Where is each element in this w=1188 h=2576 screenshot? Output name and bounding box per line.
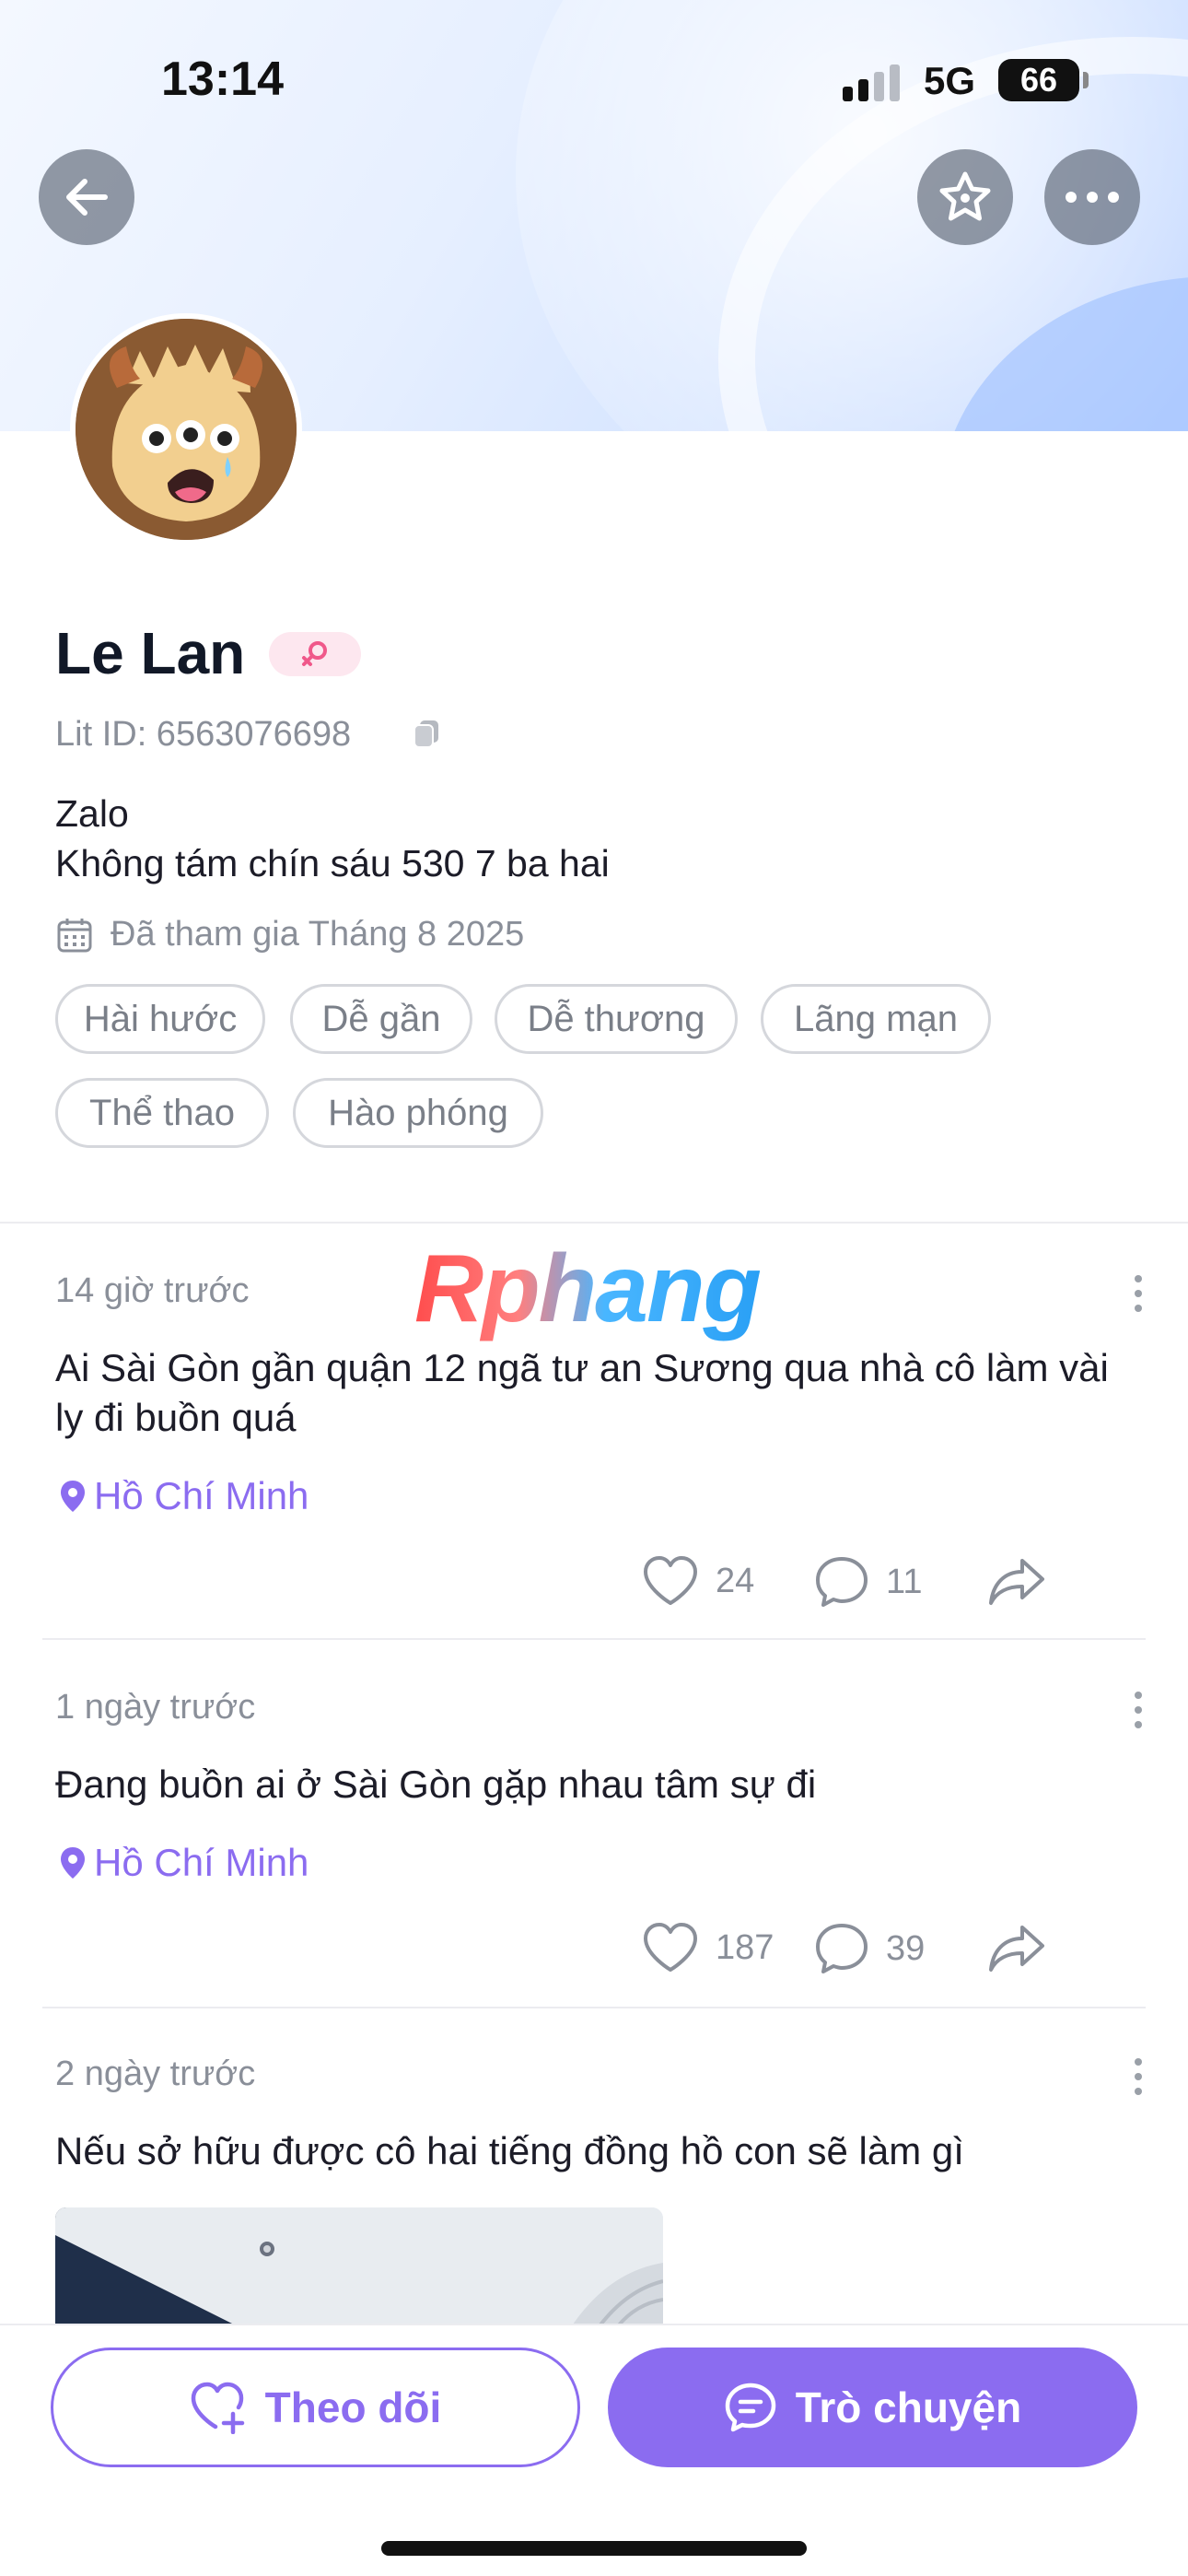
like-button[interactable]: 187 xyxy=(642,1922,774,1973)
copy-icon xyxy=(413,720,438,748)
post-divider xyxy=(42,2007,1146,2008)
comment-icon xyxy=(816,1557,868,1607)
signal-icon xyxy=(843,64,907,101)
post-text[interactable]: Đang buồn ai ở Sài Gòn gặp nhau tâm sự đ… xyxy=(55,1760,1133,1809)
home-indicator[interactable] xyxy=(381,2541,807,2556)
post-more-button[interactable] xyxy=(1135,2058,1142,2102)
tag-chip: Dễ gần xyxy=(290,984,472,1054)
status-time: 13:14 xyxy=(161,53,284,106)
post-divider xyxy=(42,1638,1146,1640)
follow-label: Theo dõi xyxy=(264,2383,442,2431)
ceiling-photo xyxy=(55,2207,663,2327)
comment-icon xyxy=(816,1924,868,1973)
post-time: 1 ngày trước xyxy=(55,1688,256,1727)
tag-chip: Hài hước xyxy=(55,984,265,1054)
post-text[interactable]: Ai Sài Gòn gần quận 12 ngã tư an Sương q… xyxy=(55,1343,1133,1443)
profile-bio: Zalo Không tám chín sáu 530 7 ba hai xyxy=(55,789,610,888)
post-location[interactable]: Hồ Chí Minh xyxy=(59,1841,309,1885)
follow-button[interactable]: Theo dõi xyxy=(51,2348,580,2467)
bio-line-1: Zalo xyxy=(55,792,129,835)
like-count: 24 xyxy=(716,1561,755,1600)
section-divider xyxy=(0,1222,1188,1224)
chat-label: Trò chuyện xyxy=(795,2383,1022,2431)
share-button[interactable] xyxy=(987,1922,1046,1973)
battery-tip xyxy=(1083,72,1089,88)
like-count: 187 xyxy=(716,1927,775,1967)
post-time: 2 ngày trước xyxy=(55,2055,256,2093)
tag-chip: Dễ thương xyxy=(495,984,738,1054)
tag-chip: Hào phóng xyxy=(293,1078,543,1148)
share-icon xyxy=(989,1559,1044,1605)
post-time: 14 giờ trước xyxy=(55,1271,250,1310)
post-more-button[interactable] xyxy=(1135,1275,1142,1319)
post-text[interactable]: Nếu sở hữu được cô hai tiếng đồng hồ con… xyxy=(55,2126,1133,2176)
gender-badge xyxy=(269,632,361,676)
like-button[interactable]: 24 xyxy=(642,1555,754,1607)
location-pin-icon xyxy=(61,1481,85,1512)
arrow-left-icon xyxy=(66,179,108,216)
comment-count: 39 xyxy=(886,1928,926,1968)
watermark-logo: Rphang xyxy=(414,1235,762,1342)
post-location-label: Hồ Chí Minh xyxy=(94,1841,309,1884)
bio-line-2: Không tám chín sáu 530 7 ba hai xyxy=(55,842,610,884)
share-button[interactable] xyxy=(987,1555,1046,1607)
back-button[interactable] xyxy=(39,149,134,245)
more-horizontal-icon xyxy=(1066,192,1119,203)
female-icon xyxy=(302,641,327,666)
comment-count: 11 xyxy=(886,1562,923,1601)
comment-button[interactable]: 11 xyxy=(814,1555,922,1609)
battery-icon: 66 xyxy=(998,59,1079,101)
chat-button[interactable]: Trò chuyện xyxy=(608,2348,1137,2467)
profile-name: Le Lan xyxy=(55,620,246,686)
status-bar: 13:14 5G 66 xyxy=(0,0,1188,157)
joined-date: Đã tham gia Tháng 8 2025 xyxy=(111,915,525,954)
more-options-button[interactable] xyxy=(1044,149,1140,245)
tag-chip: Thể thao xyxy=(55,1078,269,1148)
monster-avatar-image xyxy=(76,319,297,540)
network-type: 5G xyxy=(924,59,976,102)
calendar-icon xyxy=(55,916,94,959)
heart-plus-icon xyxy=(191,2382,244,2434)
post-location-label: Hồ Chí Minh xyxy=(94,1474,309,1517)
favorite-button[interactable] xyxy=(917,149,1013,245)
comment-button[interactable]: 39 xyxy=(814,1922,925,1975)
chat-bubble-icon xyxy=(725,2383,776,2432)
heart-icon xyxy=(644,1556,697,1605)
post-location[interactable]: Hồ Chí Minh xyxy=(59,1474,309,1518)
heart-icon xyxy=(644,1923,697,1972)
location-pin-icon xyxy=(61,1847,85,1879)
share-icon xyxy=(989,1926,1044,1972)
star-icon xyxy=(939,171,991,221)
tag-chip: Lãng mạn xyxy=(761,984,991,1054)
lit-id: Lit ID: 6563076698 xyxy=(55,715,352,754)
post-image[interactable] xyxy=(55,2207,663,2327)
avatar[interactable] xyxy=(70,313,302,545)
post-more-button[interactable] xyxy=(1135,1692,1142,1736)
copy-id-button[interactable] xyxy=(411,717,444,755)
